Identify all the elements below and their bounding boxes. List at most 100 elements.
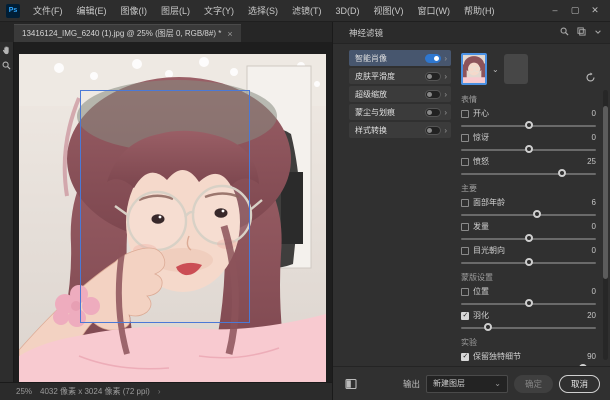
document-tab[interactable]: 13416124_IMG_6240 (1).jpg @ 25% (图层 0, R…	[14, 24, 241, 42]
face-thumbnail[interactable]	[461, 53, 487, 85]
slider-checkbox[interactable]	[461, 199, 469, 207]
face-thumbnail-slot[interactable]	[504, 54, 528, 84]
output-label: 输出	[403, 378, 420, 390]
slider-row-gaze: 目光朝向 0	[461, 245, 596, 266]
slider-handle[interactable]	[484, 323, 492, 331]
filter-skin-smoothing[interactable]: 皮肤平滑度 ›	[349, 68, 451, 84]
section-title: 蒙版设置	[461, 272, 596, 283]
reset-icon[interactable]	[585, 70, 596, 88]
ok-button[interactable]: 确定	[514, 375, 553, 393]
menu-edit[interactable]: 编辑(E)	[72, 2, 112, 19]
cancel-button[interactable]: 取消	[559, 375, 600, 393]
filter-super-zoom[interactable]: 超级缩放 ›	[349, 86, 451, 102]
menu-help[interactable]: 帮助(H)	[459, 2, 500, 19]
filter-toggle[interactable]	[425, 72, 441, 81]
neural-filters-panel: 神经滤镜 智能肖像 ›	[332, 22, 610, 400]
slider-track[interactable]	[461, 303, 596, 305]
slider-value: 20	[587, 311, 596, 320]
slider-track[interactable]	[461, 238, 596, 240]
filter-label: 蒙尘与划痕	[355, 107, 422, 118]
preview-toggle-icon[interactable]	[345, 378, 357, 390]
output-select[interactable]: 新建图层 ⌄	[426, 375, 508, 393]
status-chevron-icon[interactable]: ›	[158, 387, 161, 396]
layers-icon[interactable]	[577, 27, 586, 38]
slider-handle[interactable]	[525, 258, 533, 266]
zoom-level[interactable]: 25%	[16, 387, 32, 396]
panel-title: 神经滤镜	[349, 27, 383, 39]
slider-checkbox[interactable]	[461, 158, 469, 166]
panel-scrollbar[interactable]	[603, 90, 608, 360]
menu-image[interactable]: 图像(I)	[116, 2, 153, 19]
chevron-right-icon: ›	[444, 108, 447, 117]
slider-value: 0	[592, 246, 596, 255]
slider-track[interactable]	[461, 125, 596, 127]
search-icon[interactable]	[560, 27, 569, 38]
menu-type[interactable]: 文字(Y)	[199, 2, 239, 19]
filter-dust-scratches[interactable]: 蒙尘与划痕 ›	[349, 104, 451, 120]
menu-view[interactable]: 视图(V)	[369, 2, 409, 19]
slider-track[interactable]	[461, 149, 596, 151]
slider-handle[interactable]	[525, 299, 533, 307]
menu-3d[interactable]: 3D(D)	[331, 4, 365, 18]
slider-handle[interactable]	[533, 210, 541, 218]
filter-smart-portrait[interactable]: 智能肖像 ›	[349, 50, 451, 66]
slider-handle[interactable]	[579, 364, 587, 366]
slider-checkbox[interactable]	[461, 110, 469, 118]
slider-track[interactable]	[461, 173, 596, 175]
filter-controls: ⌄ 表情 开心 0	[453, 44, 610, 366]
slider-track[interactable]	[461, 327, 596, 329]
zoom-tool[interactable]	[2, 61, 11, 70]
slider-row-feather: 羽化 20	[461, 310, 596, 331]
slider-label: 惊讶	[473, 132, 489, 143]
chevron-down-icon[interactable]: ⌄	[492, 65, 499, 74]
slider-label: 目光朝向	[473, 245, 505, 256]
slider-handle[interactable]	[525, 145, 533, 153]
tool-strip	[0, 42, 14, 382]
slider-checkbox[interactable]	[461, 312, 469, 320]
section-title: 表情	[461, 94, 596, 105]
face-selector: ⌄	[461, 50, 596, 88]
status-bar: 25% 4032 像素 x 3024 像素 (72 ppi) ›	[0, 382, 332, 400]
maximize-button[interactable]: ▢	[570, 5, 580, 16]
slider-handle[interactable]	[525, 234, 533, 242]
menu-layer[interactable]: 图层(L)	[156, 2, 195, 19]
slider-label: 保留独特细节	[473, 351, 521, 362]
slider-row-hair-thickness: 发量 0	[461, 221, 596, 242]
filter-label: 皮肤平滑度	[355, 71, 422, 82]
chevron-down-icon[interactable]	[594, 28, 602, 38]
slider-checkbox[interactable]	[461, 247, 469, 255]
slider-checkbox[interactable]	[461, 134, 469, 142]
slider-row-surprise: 惊讶 0	[461, 132, 596, 153]
document-dimensions: 4032 像素 x 3024 像素 (72 ppi)	[40, 386, 150, 397]
menu-filter[interactable]: 滤镜(T)	[287, 2, 327, 19]
close-button[interactable]: ✕	[590, 5, 600, 16]
menu-file[interactable]: 文件(F)	[28, 2, 68, 19]
slider-track[interactable]	[461, 214, 596, 216]
filter-label: 智能肖像	[355, 53, 422, 64]
photoshop-logo-icon: Ps	[6, 4, 20, 18]
slider-checkbox[interactable]	[461, 288, 469, 296]
tab-close-icon[interactable]: ×	[227, 29, 232, 39]
hand-tool[interactable]	[2, 46, 11, 55]
slider-label: 开心	[473, 108, 489, 119]
filter-toggle[interactable]	[425, 126, 441, 135]
face-selection-box[interactable]	[80, 90, 250, 323]
menu-select[interactable]: 选择(S)	[243, 2, 283, 19]
slider-checkbox[interactable]	[461, 223, 469, 231]
tab-bar: 13416124_IMG_6240 (1).jpg @ 25% (图层 0, R…	[0, 22, 332, 42]
slider-handle[interactable]	[525, 121, 533, 129]
chevron-right-icon: ›	[444, 90, 447, 99]
canvas-area[interactable]	[14, 42, 332, 382]
minimize-button[interactable]: –	[550, 5, 560, 16]
scrollbar-thumb[interactable]	[603, 106, 608, 279]
slider-checkbox[interactable]	[461, 353, 469, 361]
slider-sections: 表情 开心 0 惊讶 0	[461, 94, 596, 366]
filter-style-transfer[interactable]: 样式转换 ›	[349, 122, 451, 138]
filter-toggle[interactable]	[425, 108, 441, 117]
menu-window[interactable]: 窗口(W)	[413, 2, 456, 19]
filter-toggle[interactable]	[425, 90, 441, 99]
slider-handle[interactable]	[558, 169, 566, 177]
slider-track[interactable]	[461, 262, 596, 264]
filter-toggle[interactable]	[425, 54, 441, 63]
slider-value: 0	[592, 287, 596, 296]
